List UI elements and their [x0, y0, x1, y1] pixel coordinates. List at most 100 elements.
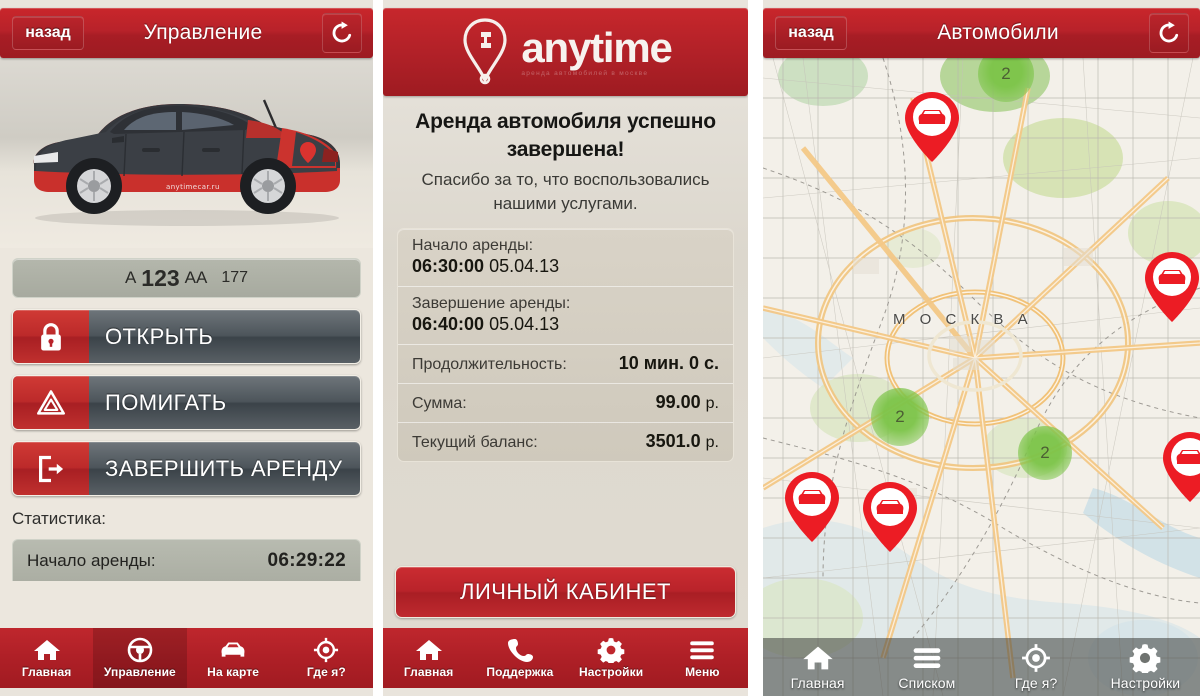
car-pin-icon [1163, 432, 1200, 502]
info-row-start-date: 05.04.13 [489, 256, 560, 276]
end-rental-label: ЗАВЕРШИТЬ АРЕНДУ [105, 455, 343, 481]
tab-home[interactable]: Главная [383, 628, 474, 688]
car-pin[interactable] [903, 90, 961, 164]
info-row-balance-value: 3501.0 р. [646, 431, 719, 452]
license-plate: A 123 AA 177 [12, 258, 361, 298]
tab-home-label: Главная [403, 665, 454, 679]
car-pin[interactable] [1143, 250, 1200, 324]
tab-list[interactable]: Списком [872, 638, 981, 696]
info-row-start-time: 06:30:00 [412, 256, 485, 276]
success-body: Спасибо за то, что воспользовались нашим… [421, 170, 710, 213]
tab-control[interactable]: Управление [93, 628, 187, 688]
cluster-marker[interactable]: 2 [871, 388, 929, 446]
statistics-title: Статистика: [12, 509, 107, 528]
info-row-duration-key: Продолжительность: [412, 356, 567, 373]
panel1-tabbar: Главная Управление На карте Где я? [0, 628, 373, 688]
tab-settings[interactable]: Настройки [1091, 638, 1200, 696]
tab-control-label: Управление [103, 665, 176, 679]
cluster-count: 2 [1040, 443, 1050, 462]
info-row-duration: Продолжительность: 10 мин. 0 с. [398, 345, 733, 384]
info-row-balance-currency: р. [705, 434, 719, 451]
car-pin[interactable] [783, 470, 841, 544]
plate-letters: AA [184, 268, 208, 287]
phone-icon [507, 639, 533, 662]
rental-summary-card: Начало аренды: 06:30:00 05.04.13 Заверше… [397, 228, 734, 462]
info-row-end-value: 06:40:00 05.04.13 [412, 314, 719, 335]
home-icon [33, 640, 60, 660]
tab-menu[interactable]: Меню [657, 628, 748, 688]
refresh-button[interactable] [322, 13, 362, 53]
statistics-row: Начало аренды: 06:29:22 [12, 539, 361, 581]
crosshair-icon [314, 637, 339, 663]
info-row-end: Завершение аренды: 06:40:00 05.04.13 [398, 287, 733, 345]
plate-region: 177 [221, 269, 249, 286]
car-pin-icon [863, 482, 917, 552]
steering-wheel-icon [127, 637, 153, 663]
info-row-amount: Сумма: 99.00 р. [398, 384, 733, 423]
logo-tagline: аренда автомобилей в москве [521, 69, 649, 77]
info-row-start-value: 06:30:00 05.04.13 [412, 256, 719, 277]
car-pin[interactable] [1161, 430, 1200, 504]
logo-text-block: anytime аренда автомобилей в москве [521, 23, 673, 77]
back-button[interactable]: назад [12, 16, 84, 50]
phone-panel-map: М О С К В А 2 2 2 назад Автомобили Главн… [763, 0, 1200, 696]
phone-panel-control: назад Управление anytimecar.ru A 123 AA … [0, 0, 373, 696]
lock-icon [13, 310, 89, 363]
moscow-map[interactable]: М О С К В А 2 2 2 [763, 58, 1200, 696]
tab-list-label: Списком [898, 675, 956, 691]
cluster-marker[interactable]: 2 [1018, 426, 1072, 480]
panel1-header: назад Управление [0, 8, 373, 58]
tab-where-am-i[interactable]: Где я? [280, 628, 373, 688]
info-row-start: Начало аренды: 06:30:00 05.04.13 [398, 229, 733, 287]
end-rental-button[interactable]: ЗАВЕРШИТЬ АРЕНДУ [12, 441, 361, 496]
info-row-amount-value: 99.00 р. [656, 392, 719, 413]
info-row-balance-number: 3501.0 [645, 431, 701, 451]
info-row-duration-value: 10 мин. 0 с. [618, 353, 719, 373]
list-icon [913, 648, 941, 668]
screenshot-stage: назад Управление anytimecar.ru A 123 AA … [0, 0, 1200, 696]
map-base-layer [763, 58, 1200, 696]
car-photo: anytimecar.ru [0, 58, 373, 248]
plate-number: 123 [141, 264, 180, 291]
blink-lights-button[interactable]: ПОМИГАТЬ [12, 375, 361, 430]
panel1-body: A 123 AA 177 ОТКРЫТЬ ПОМИГАТЬ ЗАВЕРШИТЬ … [0, 248, 373, 628]
car-pin-icon [785, 472, 839, 542]
refresh-icon [332, 21, 352, 43]
home-icon [802, 646, 833, 670]
tab-where-am-i-label: Где я? [1014, 675, 1058, 691]
tab-menu-label: Меню [685, 665, 720, 679]
open-car-label: ОТКРЫТЬ [105, 323, 214, 349]
tab-support[interactable]: Поддержка [474, 628, 565, 688]
back-button[interactable]: назад [775, 16, 847, 50]
hazard-triangle-icon [13, 376, 89, 429]
tab-where-am-i-label: Где я? [306, 665, 346, 679]
tab-where-am-i[interactable]: Где я? [982, 638, 1091, 696]
car-pin-icon [1145, 252, 1199, 322]
tab-home[interactable]: Главная [0, 628, 93, 688]
gear-icon [597, 638, 625, 663]
cluster-count: 2 [895, 407, 905, 426]
home-icon [415, 640, 442, 660]
logo-wordmark: anytime [521, 23, 673, 71]
blink-lights-label: ПОМИГАТЬ [105, 389, 227, 415]
info-row-start-key: Начало аренды: [412, 237, 534, 254]
panel3-header: назад Автомобили [763, 8, 1200, 58]
anytime-pin-logo [463, 18, 507, 85]
refresh-button[interactable] [1149, 13, 1189, 53]
city-label: М О С К В А [893, 311, 1033, 328]
open-car-button[interactable]: ОТКРЫТЬ [12, 309, 361, 364]
tab-map-label: На карте [207, 665, 260, 679]
tab-support-label: Поддержка [486, 665, 554, 679]
plate-prefix: A [124, 268, 137, 287]
gear-icon [1130, 644, 1161, 673]
panel2-logo-header: anytime аренда автомобилей в москве [383, 8, 748, 96]
info-row-amount-number: 99.00 [655, 392, 701, 412]
page-title: Управление [143, 21, 263, 44]
tab-settings[interactable]: Настройки [566, 628, 657, 688]
tab-map[interactable]: На карте [187, 628, 280, 688]
tab-settings-label: Настройки [1110, 675, 1181, 691]
hamburger-icon [690, 641, 715, 660]
tab-home[interactable]: Главная [763, 638, 872, 696]
car-pin[interactable] [861, 480, 919, 554]
personal-cabinet-button[interactable]: ЛИЧНЫЙ КАБИНЕТ [395, 566, 736, 618]
